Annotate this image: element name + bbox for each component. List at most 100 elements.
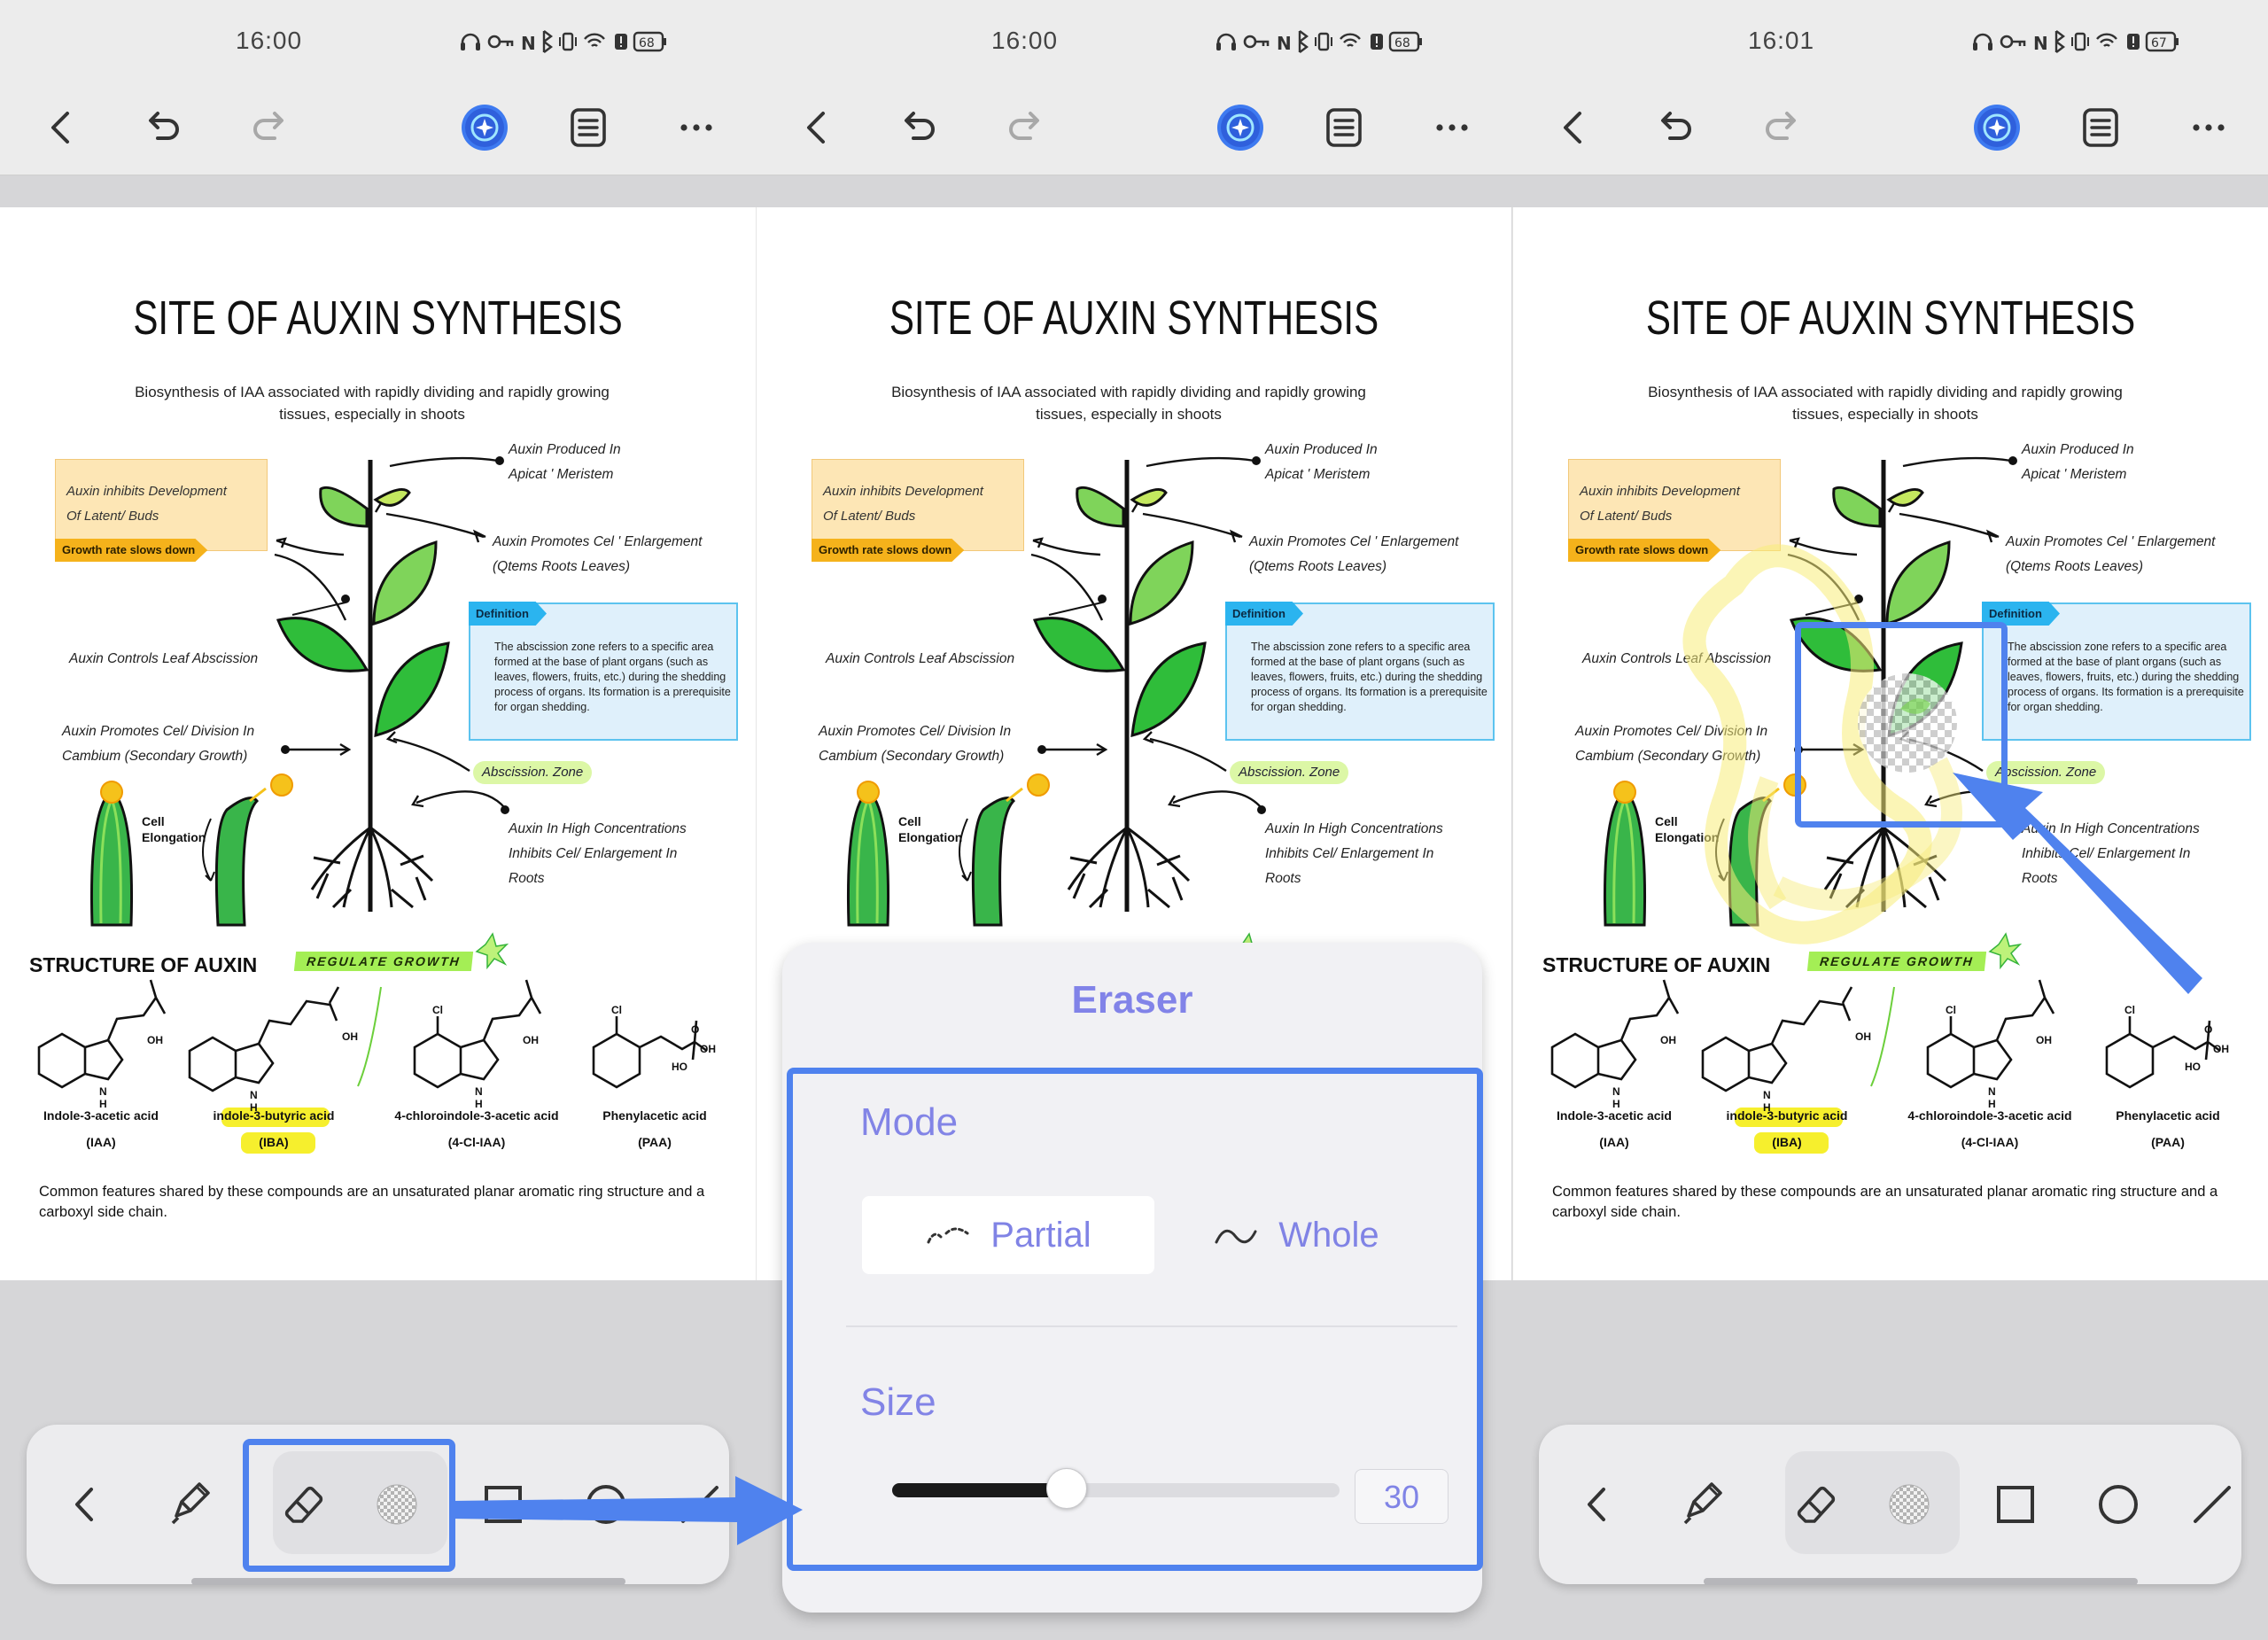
toolbar-collapse-button[interactable] <box>1562 1469 1633 1540</box>
svg-text:67: 67 <box>2151 36 2167 51</box>
more-button[interactable] <box>668 99 725 156</box>
pen-icon <box>171 1482 210 1525</box>
ai-assistant-button[interactable] <box>1212 99 1269 156</box>
chevron-left-icon <box>807 112 825 144</box>
line-tool-button[interactable] <box>2177 1469 2248 1540</box>
ai-assistant-icon <box>462 105 508 151</box>
screen-panel-3: 16:01 N 67 SITE OF AUXIN SYNTHESIS Biosy… <box>1512 0 2268 1640</box>
undo-button[interactable] <box>1647 99 1704 156</box>
outline-button[interactable] <box>1316 99 1372 156</box>
eraser-icon <box>1797 1486 1836 1523</box>
toolbar-collapse-button[interactable] <box>50 1469 120 1540</box>
circle-tool-button[interactable] <box>571 1469 641 1540</box>
square-icon <box>485 1486 522 1523</box>
document-page[interactable]: SITE OF AUXIN SYNTHESIS Biosynthesis of … <box>0 207 756 1280</box>
circle-tool-button[interactable] <box>2083 1469 2154 1540</box>
redo-button[interactable] <box>1753 99 1810 156</box>
rectangle-tool-button[interactable] <box>1980 1469 2051 1540</box>
line-tool-button[interactable] <box>664 1469 735 1540</box>
ai-assistant-icon <box>1974 105 2020 151</box>
svg-text:O: O <box>2204 1023 2212 1036</box>
line-icon <box>2194 1486 2231 1523</box>
chevron-left-icon <box>1564 112 1581 144</box>
toolbar-scrollbar[interactable] <box>191 1578 625 1585</box>
status-time: 16:01 <box>1748 27 1815 54</box>
highlight-frame-eraser-settings <box>787 1068 1483 1571</box>
status-time: 16:00 <box>991 27 1059 54</box>
svg-text:OH: OH <box>523 1034 539 1046</box>
svg-text:Cl: Cl <box>611 1004 622 1016</box>
rectangle-tool-button[interactable] <box>468 1469 539 1540</box>
svg-text:N: N <box>1763 1089 1771 1101</box>
highlight-frame-erase-area <box>1795 622 2008 828</box>
svg-text:Cl: Cl <box>432 1004 443 1016</box>
status-icons: N 67 <box>1973 30 2179 54</box>
back-button[interactable] <box>789 99 846 156</box>
back-button[interactable] <box>1546 99 1603 156</box>
compound-label-paa: Phenylacetic acid(PAA) <box>602 1108 707 1149</box>
chevron-left-icon <box>75 1488 93 1521</box>
list-icon <box>2083 108 2118 147</box>
svg-text:OH: OH <box>1660 1034 1676 1046</box>
status-time: 16:00 <box>236 27 303 54</box>
compound-label-paa: Phenylacetic acid(PAA) <box>2116 1108 2220 1149</box>
svg-text:N: N <box>99 1085 107 1098</box>
svg-text:68: 68 <box>639 36 655 51</box>
svg-text:N: N <box>1612 1085 1620 1098</box>
chevron-left-icon <box>51 112 69 144</box>
compound-label-iaa: Indole-3-acetic acid(IAA) <box>43 1108 159 1149</box>
compound-label-4-cl-iaa: 4-chloroindole-3-acetic acid(4-Cl-IAA) <box>1907 1108 2072 1149</box>
more-button[interactable] <box>1424 99 1480 156</box>
svg-text:Cl: Cl <box>1946 1004 1956 1016</box>
svg-text:N: N <box>521 33 536 54</box>
svg-text:O: O <box>691 1023 699 1036</box>
eraser-size-button[interactable] <box>1874 1469 1945 1540</box>
svg-text:OH: OH <box>700 1043 716 1055</box>
status-bar: 16:00 N 68 <box>756 0 1512 80</box>
eraser-tool-button[interactable] <box>1782 1469 1852 1540</box>
undo-icon <box>905 112 935 140</box>
svg-text:N: N <box>250 1089 258 1101</box>
outline-button[interactable] <box>2072 99 2129 156</box>
more-horizontal-icon <box>2193 124 2225 131</box>
svg-text:OH: OH <box>342 1030 358 1043</box>
more-button[interactable] <box>2180 99 2237 156</box>
svg-text:N: N <box>475 1085 483 1098</box>
top-toolbar <box>0 80 756 175</box>
undo-button[interactable] <box>890 99 947 156</box>
outline-button[interactable] <box>560 99 617 156</box>
redo-button[interactable] <box>997 99 1053 156</box>
undo-button[interactable] <box>135 99 191 156</box>
compound-label-iba: indole-3-butyric acid(IBA) <box>1726 1108 1848 1149</box>
compound-label-iba: indole-3-butyric acid(IBA) <box>213 1108 335 1149</box>
compound-label-4-cl-iaa: 4-chloroindole-3-acetic acid(4-Cl-IAA) <box>394 1108 559 1149</box>
ai-assistant-button[interactable] <box>1969 99 2025 156</box>
back-button[interactable] <box>34 99 90 156</box>
chevron-left-icon <box>1588 1488 1605 1521</box>
redo-icon <box>1009 112 1039 140</box>
status-bar: 16:00 N 68 <box>0 0 756 80</box>
ai-assistant-button[interactable] <box>456 99 513 156</box>
svg-text:OH: OH <box>2036 1034 2052 1046</box>
common-features-text: Common features shared by these compound… <box>39 1184 705 1220</box>
circle-icon <box>2099 1485 2138 1524</box>
list-icon <box>1326 108 1362 147</box>
drawing-toolbar <box>1539 1425 2241 1584</box>
circle-icon <box>586 1485 625 1524</box>
svg-text:OH: OH <box>147 1034 163 1046</box>
svg-text:Cl: Cl <box>2124 1004 2135 1016</box>
svg-text:OH: OH <box>2213 1043 2229 1055</box>
compound-label-iaa: Indole-3-acetic acid(IAA) <box>1557 1108 1672 1149</box>
ai-assistant-icon <box>1217 105 1263 151</box>
redo-button[interactable] <box>241 99 298 156</box>
more-horizontal-icon <box>1436 124 1468 131</box>
more-horizontal-icon <box>680 124 712 131</box>
top-toolbar <box>756 80 1512 175</box>
toolbar-scrollbar[interactable] <box>1704 1578 2138 1585</box>
pen-tool-button[interactable] <box>1666 1469 1737 1540</box>
svg-text:HO: HO <box>672 1061 687 1073</box>
highlight-frame-eraser-tool <box>243 1439 455 1572</box>
status-icons: N 68 <box>461 30 666 54</box>
pen-tool-button[interactable] <box>154 1469 225 1540</box>
status-bar: 16:01 N 67 <box>1512 0 2268 80</box>
